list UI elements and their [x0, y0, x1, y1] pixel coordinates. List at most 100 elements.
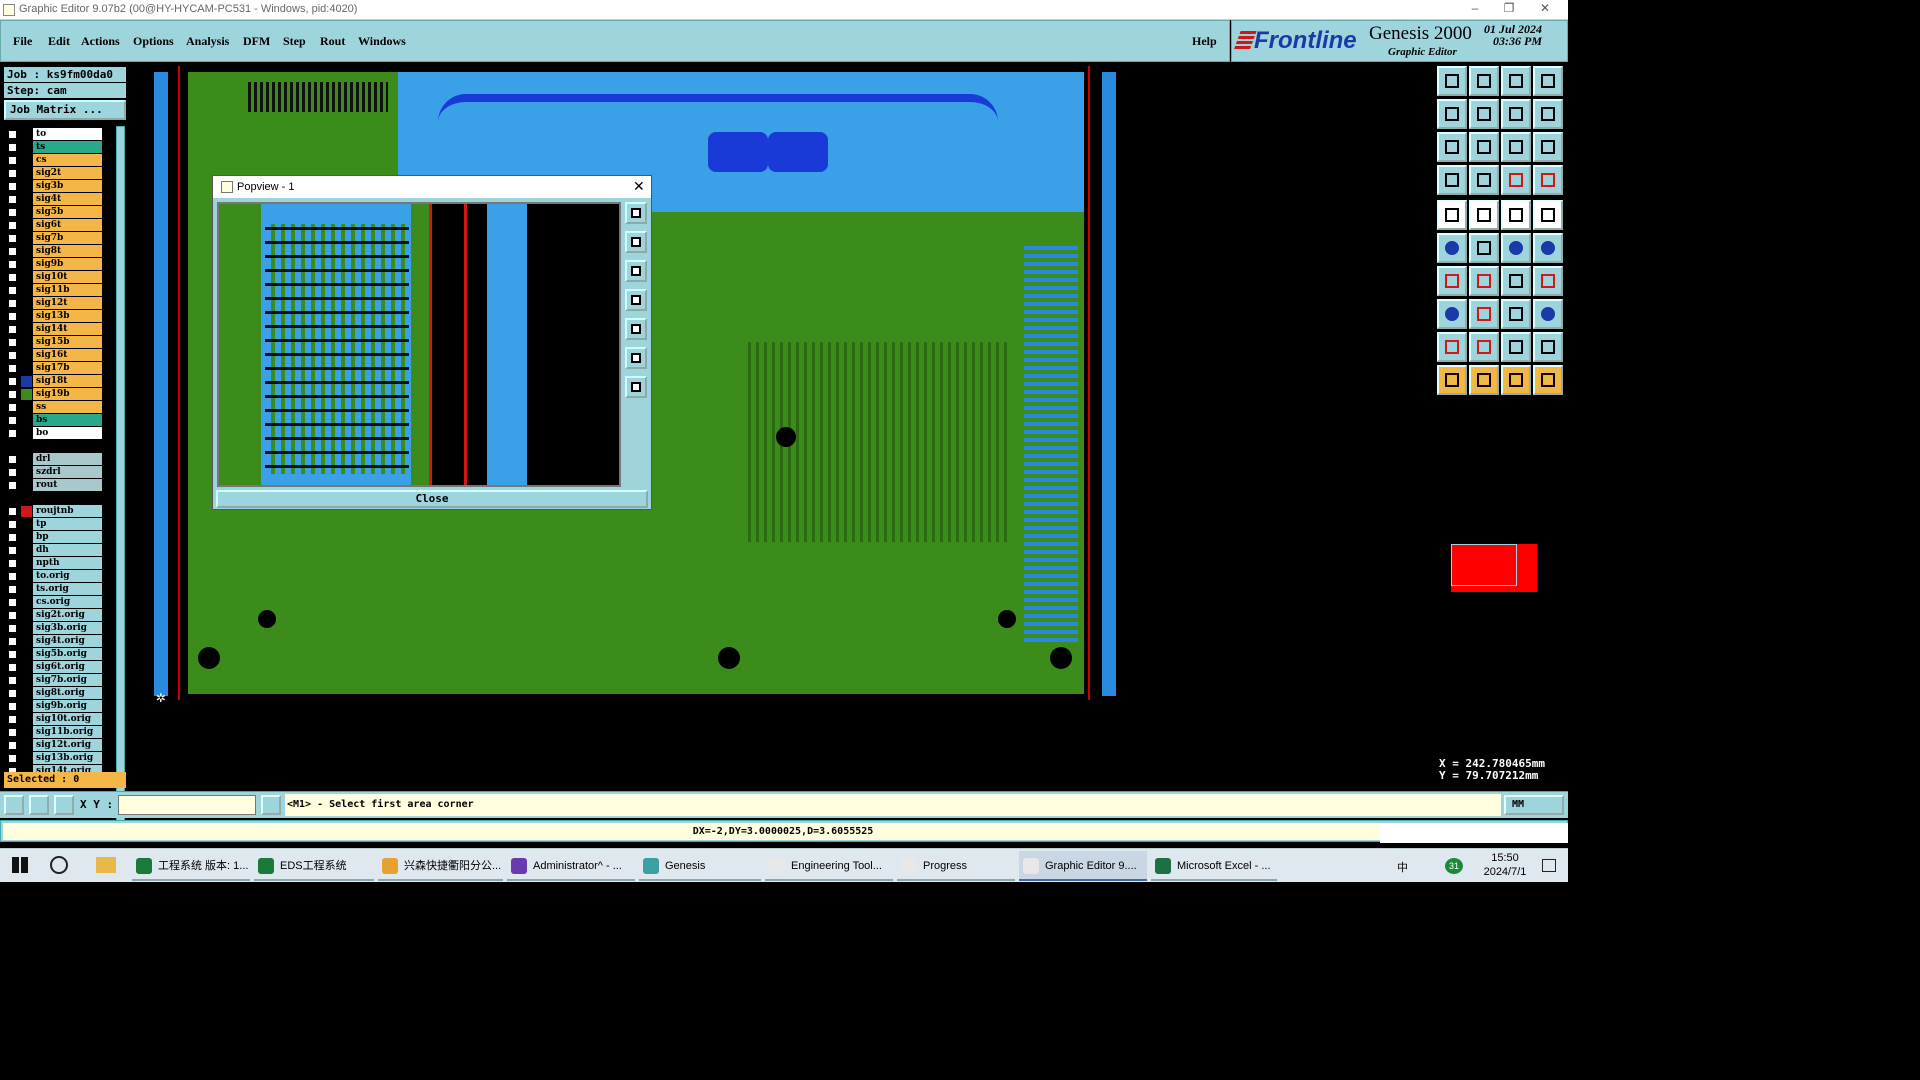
- menu-rout[interactable]: Rout: [320, 34, 345, 49]
- layer-row[interactable]: sig11b.orig: [4, 726, 114, 739]
- units-selector[interactable]: MM: [1504, 795, 1564, 815]
- layer-name[interactable]: sig4t: [33, 193, 102, 205]
- layer-color-swatch[interactable]: [21, 246, 32, 257]
- layer-checkbox[interactable]: [8, 572, 17, 581]
- layer-color-swatch[interactable]: [21, 402, 32, 413]
- layer-name[interactable]: sig2t: [33, 167, 102, 179]
- close-window-button[interactable]: ✕: [1530, 1, 1560, 19]
- layer-row[interactable]: rout: [4, 479, 114, 492]
- resize-icon[interactable]: [1501, 299, 1531, 329]
- layer-checkbox[interactable]: [8, 299, 17, 308]
- taskbar-item[interactable]: Graphic Editor 9....: [1019, 851, 1147, 881]
- layer-name[interactable]: sig11b.orig: [33, 726, 102, 738]
- layer-checkbox[interactable]: [8, 611, 17, 620]
- split-line-icon[interactable]: [1533, 266, 1563, 296]
- ime-lang[interactable]: 中: [1397, 859, 1408, 875]
- measure-mode-icon[interactable]: [29, 795, 49, 815]
- layer-name[interactable]: rout: [33, 479, 102, 491]
- taskbar-item[interactable]: Administrator^ - ...: [507, 851, 635, 881]
- layer-checkbox[interactable]: [8, 728, 17, 737]
- layer-row[interactable]: sig10t.orig: [4, 713, 114, 726]
- layer-color-swatch[interactable]: [21, 207, 32, 218]
- layer-color-swatch[interactable]: [21, 454, 32, 465]
- layer-color-swatch[interactable]: [21, 558, 32, 569]
- menu-step[interactable]: Step: [283, 34, 306, 49]
- layer-row[interactable]: ts: [4, 141, 114, 154]
- layer-name[interactable]: npth: [33, 557, 102, 569]
- popview-pan-down-icon[interactable]: [625, 260, 647, 282]
- layer-row[interactable]: tp: [4, 518, 114, 531]
- layer-color-swatch[interactable]: [21, 272, 32, 283]
- layer-name[interactable]: sig9b.orig: [33, 700, 102, 712]
- layer-name[interactable]: bp: [33, 531, 102, 543]
- connect-icon[interactable]: [1501, 233, 1531, 263]
- layer-checkbox[interactable]: [8, 260, 17, 269]
- layer-checkbox[interactable]: [8, 481, 17, 490]
- layer-checkbox[interactable]: [8, 403, 17, 412]
- layer-color-swatch[interactable]: [21, 350, 32, 361]
- layer-color-swatch[interactable]: [21, 467, 32, 478]
- layer-row[interactable]: sig12t.orig: [4, 739, 114, 752]
- layer-row[interactable]: bo: [4, 427, 114, 440]
- layer-row[interactable]: sig5b.orig: [4, 648, 114, 661]
- layer-name[interactable]: sig16t: [33, 349, 102, 361]
- layer-color-swatch[interactable]: [21, 597, 32, 608]
- taskbar-item[interactable]: Genesis: [639, 851, 761, 881]
- layer-name[interactable]: sig13b.orig: [33, 752, 102, 764]
- layer-row[interactable]: sig3b: [4, 180, 114, 193]
- layer-name[interactable]: ts: [33, 141, 102, 153]
- layer-checkbox[interactable]: [8, 338, 17, 347]
- grid-mode-icon[interactable]: [54, 795, 74, 815]
- layer-row[interactable]: sig9b: [4, 258, 114, 271]
- menu-actions[interactable]: Actions: [81, 34, 120, 49]
- layer-color-swatch[interactable]: [21, 389, 32, 400]
- taskbar-item[interactable]: EDS工程系统: [254, 851, 374, 881]
- layer-color-swatch[interactable]: [21, 753, 32, 764]
- layer-color-swatch[interactable]: [21, 376, 32, 387]
- layer-checkbox[interactable]: [8, 247, 17, 256]
- net-select-icon[interactable]: [1437, 233, 1467, 263]
- layer-color-swatch[interactable]: [21, 701, 32, 712]
- layer-checkbox[interactable]: [8, 156, 17, 165]
- layer-row[interactable]: sig19b: [4, 388, 114, 401]
- layer-color-swatch[interactable]: [21, 129, 32, 140]
- layer-color-swatch[interactable]: [21, 662, 32, 673]
- layer-color-swatch[interactable]: [21, 168, 32, 179]
- horizontal-line-icon[interactable]: [1469, 299, 1499, 329]
- layer-name[interactable]: sig5b: [33, 206, 102, 218]
- layer-color-swatch[interactable]: [21, 298, 32, 309]
- layer-checkbox[interactable]: [8, 507, 17, 516]
- ratio-icon[interactable]: [1501, 132, 1531, 162]
- layer-name[interactable]: ts.orig: [33, 583, 102, 595]
- layer-color-swatch[interactable]: [21, 428, 32, 439]
- layer-name[interactable]: to: [33, 128, 102, 140]
- layer-row[interactable]: sig3b.orig: [4, 622, 114, 635]
- layer-checkbox[interactable]: [8, 169, 17, 178]
- taskbar-item[interactable]: Microsoft Excel - ...: [1151, 851, 1277, 881]
- text-a-blue-icon[interactable]: [1501, 332, 1531, 362]
- triangle-icon[interactable]: [1437, 332, 1467, 362]
- layer-name[interactable]: dh: [33, 544, 102, 556]
- layer-row[interactable]: sig13b.orig: [4, 752, 114, 765]
- layer-color-swatch[interactable]: [21, 532, 32, 543]
- layer-row[interactable]: sig8t.orig: [4, 687, 114, 700]
- layer-name[interactable]: bo: [33, 427, 102, 439]
- layer-toggle-icon[interactable]: [1533, 165, 1563, 195]
- pad-tool-icon[interactable]: [1469, 165, 1499, 195]
- layer-name[interactable]: sig7b: [33, 232, 102, 244]
- select-net-icon[interactable]: [1501, 365, 1531, 395]
- layer-name[interactable]: sig6t.orig: [33, 661, 102, 673]
- popview-zoom-home-icon[interactable]: [625, 202, 647, 224]
- menu-edit[interactable]: Edit: [48, 34, 70, 49]
- layer-name[interactable]: sig4t.orig: [33, 635, 102, 647]
- minimize-button[interactable]: –: [1460, 1, 1490, 19]
- layer-list-scrollbar[interactable]: [116, 126, 125, 830]
- layer-checkbox[interactable]: [8, 390, 17, 399]
- pan-right-icon[interactable]: [1469, 99, 1499, 129]
- layer-checkbox[interactable]: [8, 754, 17, 763]
- layer-row[interactable]: sig5b: [4, 206, 114, 219]
- layer-color-swatch[interactable]: [21, 584, 32, 595]
- zoom-fit-icon[interactable]: [1437, 66, 1467, 96]
- layer-name[interactable]: sig11b: [33, 284, 102, 296]
- layer-row[interactable]: ss: [4, 401, 114, 414]
